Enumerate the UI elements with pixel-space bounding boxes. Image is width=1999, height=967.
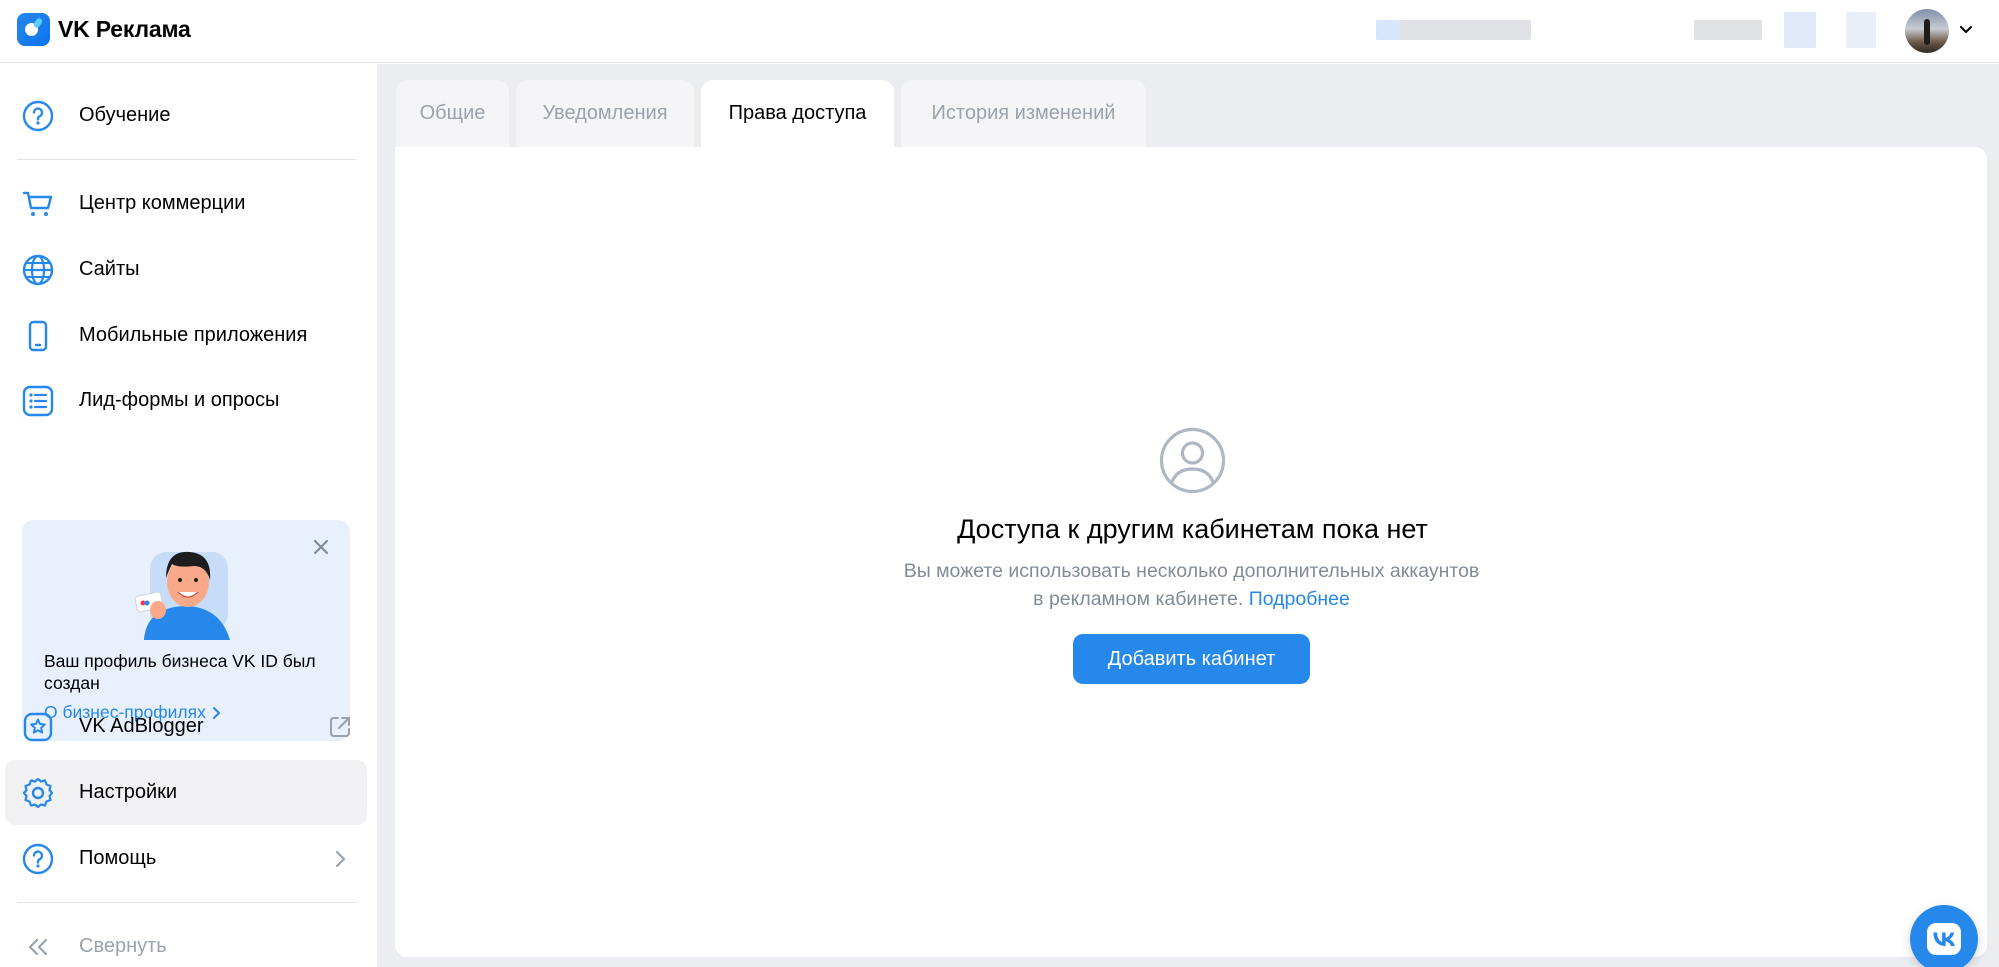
question-circle-icon [22,100,54,131]
sidebar-item-mobile-apps[interactable]: Мобильные приложения [5,303,367,368]
sidebar-item-label: Центр коммерции [79,192,246,214]
empty-state-description-line1: Вы можете использовать несколько дополни… [903,560,1480,582]
sidebar-item-label: VK AdBlogger [79,715,204,737]
empty-state-description-line2: в рекламном кабинете. [1033,588,1244,610]
sidebar-divider [17,902,357,903]
empty-state-description: Вы можете использовать несколько дополни… [858,557,1525,613]
star-badge-icon [23,712,53,741]
sidebar-item-vk-adblogger[interactable]: VK AdBlogger [5,694,367,759]
tab-label: История изменений [931,102,1116,124]
user-avatar[interactable] [1905,9,1949,53]
sidebar-item-label: Свернуть [79,935,167,957]
list-icon [22,385,54,416]
sidebar-item-label: Лид-формы и опросы [79,389,280,411]
sidebar-item-label: Обучение [79,104,171,126]
redacted-balance [1694,20,1762,40]
question-circle-icon [22,843,54,874]
sidebar-item-label: Настройки [79,781,178,803]
tab-label: Общие [419,102,486,124]
gear-icon [22,777,54,808]
sidebar-collapse-button[interactable]: Свернуть [5,914,367,967]
user-circle-icon [1159,427,1226,494]
redacted-icon-1[interactable] [1784,12,1816,48]
sidebar-item-label: Мобильные приложения [79,324,308,346]
empty-state-title: Доступа к другим кабинетам пока нет [957,514,1428,544]
logo[interactable]: VK Реклама [17,13,191,46]
tab-notifications[interactable]: Уведомления [516,80,694,147]
double-chevron-left-icon [28,938,48,955]
vk-support-button[interactable] [1910,905,1978,967]
tab-label: Уведомления [542,102,668,124]
redacted-icon-2[interactable] [1846,12,1876,48]
chevron-right-icon [335,850,346,867]
cart-icon [22,191,53,216]
external-link-icon [330,716,350,737]
person-with-card-illustration [134,551,230,640]
vk-ads-logo-icon [17,13,50,46]
tab-label: Права доступа [728,102,867,124]
sidebar-item-lead-forms[interactable]: Лид-формы и опросы [5,368,367,433]
sidebar-item-settings[interactable]: Настройки [5,760,367,825]
chevron-down-icon[interactable] [1957,20,1975,38]
sidebar-item-label: Сайты [79,258,140,280]
logo-text: VK Реклама [58,16,191,42]
tab-general[interactable]: Общие [396,80,509,147]
sidebar-item-training[interactable]: Обучение [5,83,367,148]
smartphone-icon [28,320,48,351]
tab-change-history[interactable]: История изменений [901,80,1146,147]
globe-icon [22,254,54,285]
sidebar-item-sites[interactable]: Сайты [5,237,367,302]
top-header: VK Реклама [0,0,1999,63]
sidebar-item-help[interactable]: Помощь [5,826,367,891]
tab-access-rights[interactable]: Права доступа [701,80,894,147]
vk-logo-icon [1927,923,1961,955]
promo-text: Ваш профиль бизнеса VK ID был создан [44,651,316,693]
sidebar-item-label: Помощь [79,847,157,869]
add-cabinet-button[interactable]: Добавить кабинет [1073,634,1310,684]
access-rights-panel [395,147,1987,957]
learn-more-link[interactable]: Подробнее [1249,588,1350,610]
sidebar-item-commerce[interactable]: Центр коммерции [5,171,367,236]
redacted-account-id [1376,20,1400,40]
sidebar-divider [17,159,357,160]
